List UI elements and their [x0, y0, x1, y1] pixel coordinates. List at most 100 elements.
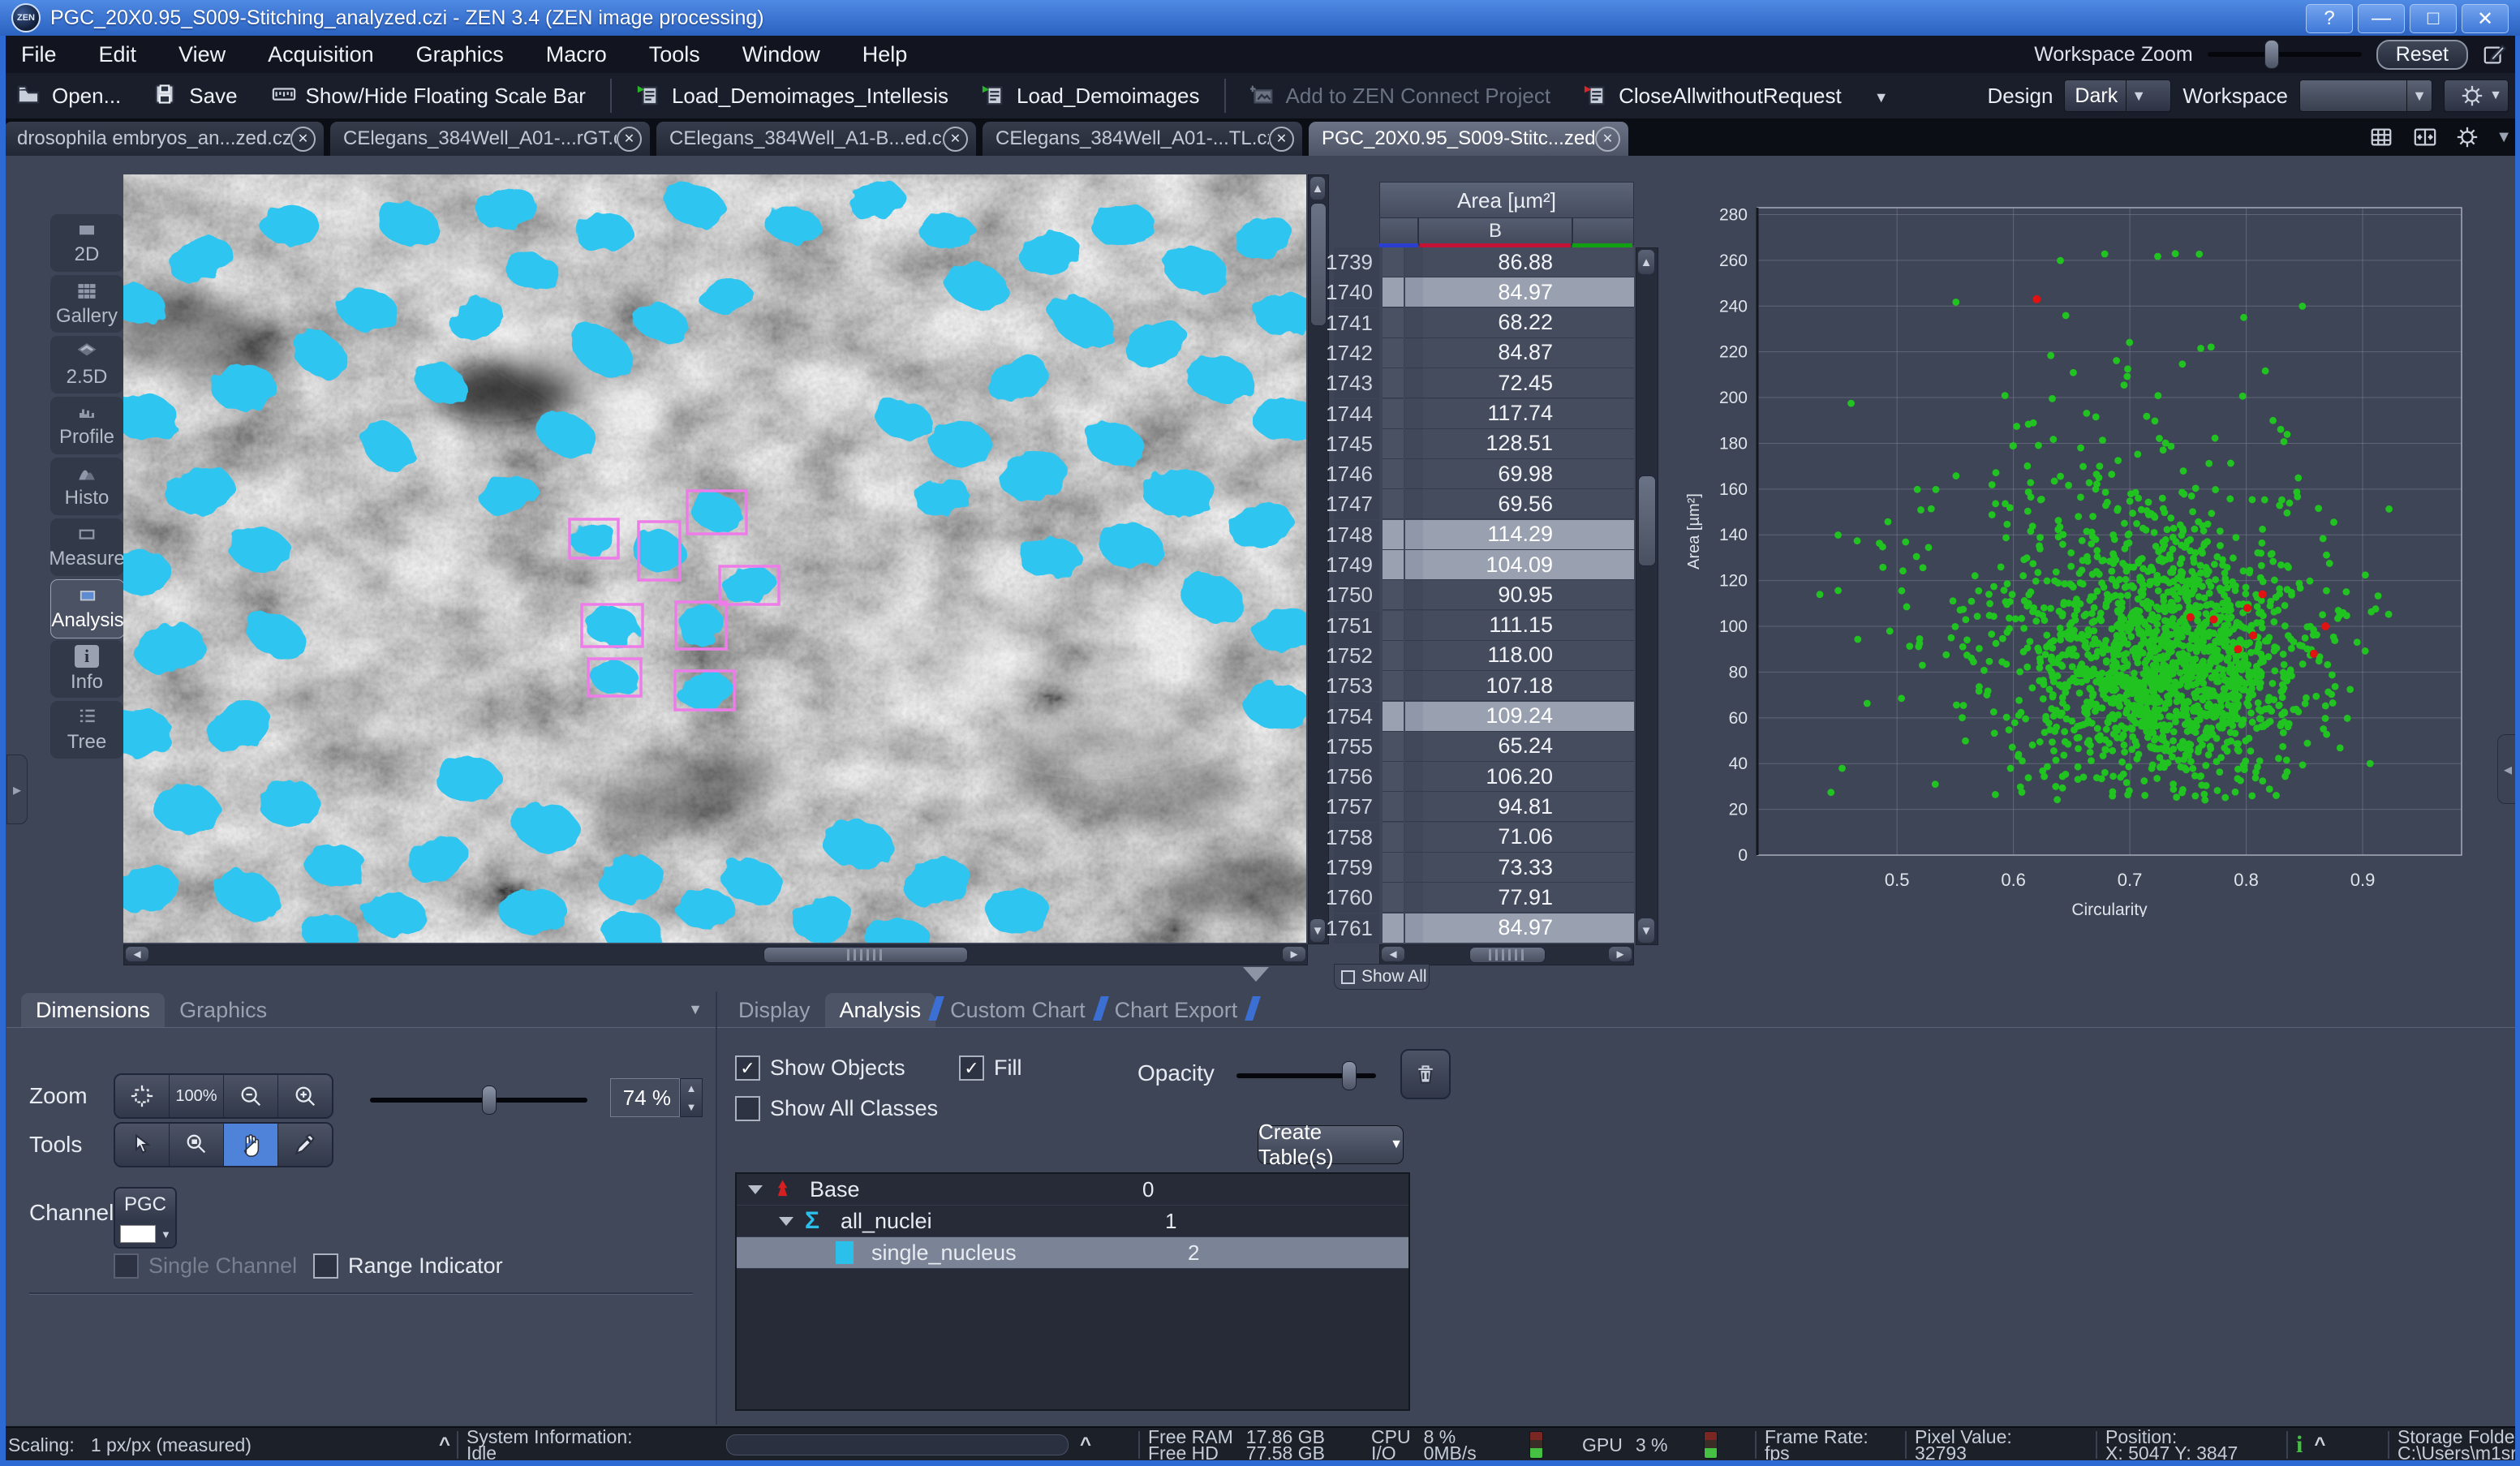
sidebar-item-profile[interactable]: Profile	[50, 397, 123, 454]
class-tree-row-all_nuclei[interactable]: Σall_nuclei 1	[737, 1206, 1408, 1237]
sidebar-item-2d[interactable]: 2D	[50, 214, 123, 272]
class-tree-row-Base[interactable]: Base 0	[737, 1174, 1408, 1206]
workspace-zoom-slider[interactable]	[2207, 40, 2362, 69]
channel-color-row[interactable]: ▼	[115, 1221, 175, 1247]
table-row[interactable]: 1740 84.97	[1326, 277, 1634, 308]
viewer-hscroll-thumb[interactable]	[763, 947, 968, 963]
maximize-button[interactable]: □	[2410, 4, 2457, 33]
collapse-viewer-controls-icon[interactable]	[1243, 967, 1269, 982]
opacity-slider-thumb[interactable]	[1342, 1061, 1357, 1090]
menu-window[interactable]: Window	[721, 36, 841, 73]
edit-workspace-icon[interactable]	[2483, 42, 2507, 67]
toolbar-load-demoimages[interactable]: Load_Demoimages	[965, 83, 1215, 109]
scroll-right-icon[interactable]: ►	[1283, 947, 1305, 961]
chevron-down-icon[interactable]: ▼	[2496, 128, 2512, 147]
tool-zoom-region-icon[interactable]	[170, 1124, 224, 1166]
scroll-up-icon[interactable]: ▲	[1310, 177, 1325, 200]
toolbar-closeallwithoutrequest[interactable]: CloseAllwithoutRequest	[1567, 83, 1858, 109]
viewer-horizontal-scrollbar[interactable]: ◄ ►	[123, 944, 1308, 965]
workspace-zoom-slider-thumb[interactable]	[2264, 40, 2280, 69]
left-panel-collapse-handle[interactable]: ▸	[6, 754, 28, 824]
delete-objects-button[interactable]	[1400, 1049, 1451, 1099]
table-vscroll-thumb[interactable]	[1638, 475, 1656, 566]
tab-custom-chart[interactable]: Custom Chart	[935, 993, 1109, 1027]
opacity-slider[interactable]	[1236, 1061, 1376, 1090]
menu-edit[interactable]: Edit	[78, 36, 158, 73]
spinner-arrows-icon[interactable]: ▲ ▼	[680, 1078, 703, 1117]
viewer-vscroll-thumb[interactable]	[1310, 203, 1327, 326]
workspace-select[interactable]: ▼	[2299, 80, 2432, 112]
table-row[interactable]: 1761 84.97	[1326, 913, 1634, 944]
class-tree-row-single_nucleus[interactable]: single_nucleus 2	[737, 1237, 1408, 1269]
zoom-percent-spinner[interactable]: 74 % ▲ ▼	[610, 1078, 703, 1117]
zoom-zoom-in-icon[interactable]	[278, 1075, 332, 1117]
table-row[interactable]: 1755 65.24	[1326, 731, 1634, 762]
tab-dimensions[interactable]: Dimensions	[21, 993, 166, 1027]
scroll-left-icon[interactable]: ◄	[126, 947, 148, 961]
chevron-up-icon[interactable]: ^	[439, 1434, 450, 1456]
menu-acquisition[interactable]: Acquisition	[247, 36, 395, 73]
sidebar-item-measure[interactable]: Measure	[49, 518, 125, 576]
workspace-gear-button[interactable]: ▼	[2444, 80, 2509, 112]
zoom-zoom-out-icon[interactable]	[224, 1075, 278, 1117]
table-row[interactable]: 1749 104.09	[1326, 550, 1634, 580]
table-row[interactable]: 1747 69.56	[1326, 489, 1634, 520]
document-tab[interactable]: CElegans_384Well_A1-B...ed.czi* ✕	[656, 122, 976, 156]
table-row[interactable]: 1757 94.81	[1326, 792, 1634, 823]
create-tables-button[interactable]: Create Table(s) ▼	[1258, 1120, 1404, 1169]
chevron-up-icon[interactable]: ^	[1080, 1434, 1091, 1456]
chevron-up-icon[interactable]: ^	[2314, 1434, 2325, 1456]
table-row[interactable]: 1745 128.51	[1326, 428, 1634, 459]
toolbar-show-hide-floating-scale-bar[interactable]: Show/Hide Floating Scale Bar	[254, 83, 602, 109]
tool-picker-icon[interactable]	[278, 1124, 332, 1166]
sidebar-item-analysis[interactable]: Analysis	[50, 579, 125, 638]
table-horizontal-scrollbar[interactable]: ◄ ►	[1379, 944, 1634, 965]
toolbar-open-[interactable]: Open...	[0, 83, 137, 109]
tab-display[interactable]: Display	[724, 993, 825, 1027]
table-subheader-b[interactable]: B	[1418, 217, 1572, 245]
menu-help[interactable]: Help	[841, 36, 929, 73]
tab-graphics[interactable]: Graphics	[165, 993, 282, 1027]
gear-icon[interactable]	[2455, 125, 2479, 149]
document-tab[interactable]: PGC_20X0.95_S009-Stitc...zed.czi ✕	[1309, 122, 1628, 156]
split-grid-view-icon[interactable]	[2367, 125, 2395, 149]
menu-graphics[interactable]: Graphics	[395, 36, 525, 73]
table-row[interactable]: 1744 117.74	[1326, 398, 1634, 429]
image-zoom-slider[interactable]	[370, 1086, 587, 1115]
table-row[interactable]: 1741 68.22	[1326, 307, 1634, 338]
toolbar-save[interactable]: Save	[137, 83, 253, 109]
table-row[interactable]: 1748 114.29	[1326, 519, 1634, 550]
close-icon[interactable]: ✕	[1269, 126, 1294, 152]
table-row[interactable]: 1751 111.15	[1326, 610, 1634, 641]
sidebar-item-histo[interactable]: Histo	[50, 458, 123, 515]
tab-chart-export[interactable]: Chart Export	[1100, 993, 1262, 1027]
close-button[interactable]: ✕	[2462, 4, 2509, 33]
zoom-pct-icon[interactable]: 100%	[170, 1075, 224, 1117]
toolbar-add-to-zen-connect-project[interactable]: Add to ZEN Connect Project	[1234, 83, 1567, 109]
table-row[interactable]: 1746 69.98	[1326, 459, 1634, 490]
sidebar-item-info[interactable]: i Info	[50, 640, 123, 698]
table-row[interactable]: 1742 84.87	[1326, 337, 1634, 368]
table-row[interactable]: 1752 118.00	[1326, 640, 1634, 671]
tool-cursor-icon[interactable]	[115, 1124, 170, 1166]
split-horizontal-icon[interactable]	[2411, 125, 2439, 149]
toolbar-more[interactable]: ▼	[1858, 83, 1916, 109]
table-row[interactable]: 1756 106.20	[1326, 762, 1634, 793]
table-row[interactable]: 1753 107.18	[1326, 671, 1634, 702]
image-viewer[interactable]	[123, 174, 1306, 943]
close-icon[interactable]: ✕	[290, 126, 316, 152]
zoom-percent-value[interactable]: 74 %	[610, 1078, 680, 1117]
help-button[interactable]: ?	[2306, 4, 2353, 33]
collapse-icon[interactable]	[779, 1216, 793, 1226]
scroll-up-icon[interactable]: ▲	[1638, 250, 1654, 274]
channel-button[interactable]: PGC ▼	[114, 1187, 177, 1249]
close-icon[interactable]: ✕	[1595, 126, 1620, 152]
chevron-down-icon[interactable]: ▼	[688, 1001, 703, 1018]
sidebar-item-gallery[interactable]: Gallery	[50, 275, 123, 333]
zoom-fit-icon[interactable]	[115, 1075, 170, 1117]
sidebar-item-tree[interactable]: Tree	[50, 701, 123, 759]
tab-analysis[interactable]: Analysis	[824, 993, 944, 1027]
fill-checkbox[interactable]: ✓ Fill	[959, 1055, 1022, 1081]
document-tab[interactable]: CElegans_384Well_A01-...rGT.czi ✕	[330, 122, 650, 156]
menu-view[interactable]: View	[157, 36, 247, 73]
